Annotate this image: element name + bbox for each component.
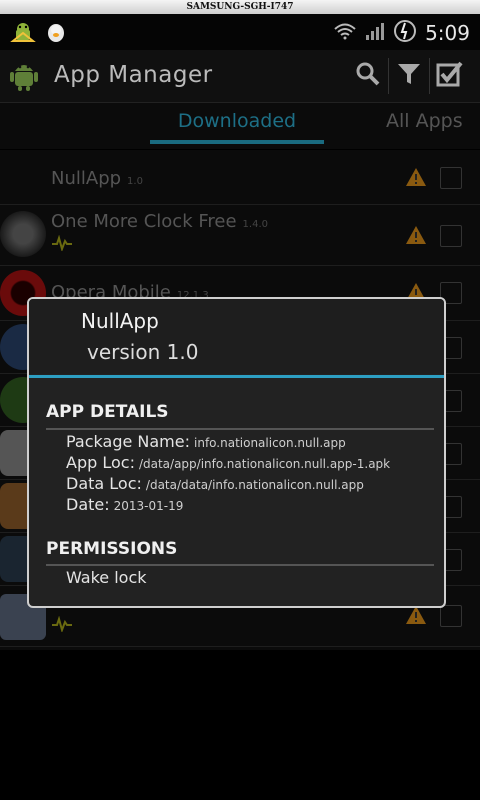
status-bar: 5:09: [0, 14, 480, 50]
activity-pulse-icon: [52, 615, 72, 636]
detail-date: Date: 2013-01-19: [66, 495, 184, 514]
android-debug-icon: [10, 21, 36, 49]
dialog-version: version 1.0: [87, 340, 199, 364]
detail-data-loc: Data Loc:/data/data/info.nationalicon.nu…: [66, 474, 364, 493]
select-all-button[interactable]: [429, 58, 470, 94]
app-details-heading: APP DETAILS: [46, 402, 169, 422]
signal-icon: [365, 21, 385, 45]
tab-strip: Downloaded All Apps: [0, 103, 480, 149]
app-name: NullApp: [51, 168, 122, 189]
empty-area: [0, 650, 480, 800]
app-version: 1.4.0: [242, 219, 268, 230]
wifi-icon: [333, 22, 357, 44]
action-bar: App Manager: [0, 50, 480, 103]
app-details-dialog: NullApp version 1.0 APP DETAILS Package …: [27, 297, 446, 608]
warning-icon: [406, 226, 426, 248]
list-item[interactable]: One More Clock Free 1.4.0: [0, 205, 480, 266]
app-version: 1.0: [127, 176, 143, 187]
clock-app-icon: [0, 211, 46, 257]
row-checkbox[interactable]: [440, 225, 462, 247]
detail-app-loc: App Loc:/data/app/info.nationalicon.null…: [66, 453, 391, 472]
search-icon: [355, 61, 381, 91]
warning-icon: [406, 168, 426, 190]
device-label: SAMSUNG-SGH-I747: [0, 0, 480, 14]
list-item[interactable]: NullApp 1.0: [0, 150, 480, 205]
detail-package-name: Package Name: info.nationalicon.null.app: [66, 432, 346, 451]
activity-pulse-icon: [52, 234, 72, 255]
warning-icon: [406, 606, 426, 628]
dialog-divider: [29, 375, 444, 378]
app-name: One More Clock Free: [51, 211, 237, 232]
permissions-heading: PERMISSIONS: [46, 539, 178, 559]
row-checkbox[interactable]: [440, 605, 462, 627]
section-divider: [46, 428, 434, 430]
row-checkbox[interactable]: [440, 167, 462, 189]
dialog-header: NullApp version 1.0: [29, 299, 444, 374]
dialog-title: NullApp: [81, 309, 159, 333]
section-divider: [46, 564, 434, 566]
filter-icon: [396, 61, 422, 91]
tab-all-apps[interactable]: All Apps: [386, 110, 463, 132]
app-manager-android-icon[interactable]: [8, 60, 40, 92]
status-time: 5:09: [425, 21, 470, 45]
checkbox-check-icon: [436, 60, 464, 92]
permission-item: Wake lock: [66, 568, 147, 587]
filter-button[interactable]: [388, 58, 429, 94]
search-button[interactable]: [348, 58, 388, 94]
app-title: App Manager: [54, 62, 213, 88]
penguin-notification-icon: [46, 21, 66, 49]
active-tab-indicator: [150, 140, 324, 144]
tab-downloaded[interactable]: Downloaded: [150, 110, 324, 132]
battery-icon: [393, 18, 417, 48]
